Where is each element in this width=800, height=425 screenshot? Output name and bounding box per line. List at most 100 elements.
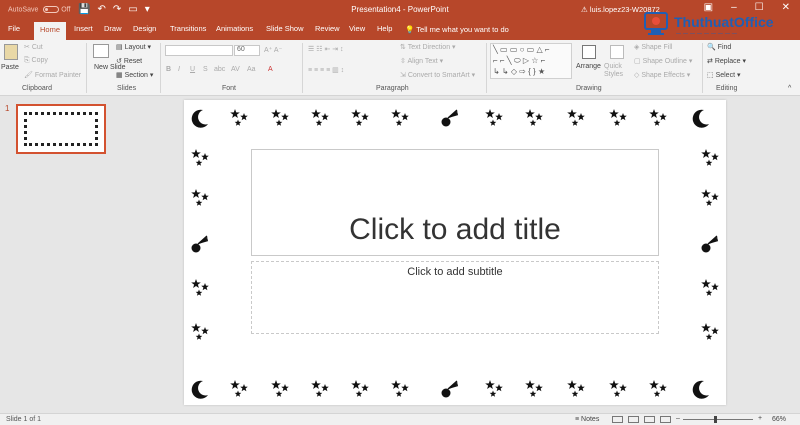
shapes-gallery[interactable]: ╲ ▭ ▭ ○ ▭ △ ⌐ ⌐ ⌐ ╲ ⬭ ▷ ☆ ⌐ ↳ ↳ ◇ ⇨ { } … bbox=[490, 43, 572, 79]
subtitle-placeholder-text: Click to add subtitle bbox=[407, 266, 503, 278]
shadow-button[interactable]: S bbox=[203, 66, 208, 73]
replace-label: Replace bbox=[714, 58, 741, 65]
tell-me-box[interactable]: 💡 Tell me what you want to do bbox=[405, 25, 509, 34]
star-cluster-icon bbox=[484, 108, 504, 128]
copy-label: Copy bbox=[31, 57, 48, 64]
find-label: Find bbox=[717, 44, 732, 51]
cut-button[interactable]: ✂ Cut bbox=[24, 43, 43, 51]
slide-thumbnail[interactable] bbox=[16, 104, 106, 154]
comet-icon bbox=[190, 234, 210, 254]
tab-animations[interactable]: Animations bbox=[216, 24, 253, 33]
align-text-label: Align Text bbox=[407, 58, 438, 65]
tab-file[interactable]: File bbox=[8, 24, 20, 33]
change-case-button[interactable]: Aa bbox=[247, 66, 256, 73]
new-slide-button[interactable]: New Slide bbox=[94, 64, 126, 71]
grow-font-icon[interactable]: A⁺ A⁻ bbox=[264, 46, 282, 54]
shape-fill-button[interactable]: ◈ Shape Fill bbox=[634, 43, 672, 51]
star-cluster-icon bbox=[229, 108, 249, 128]
star-cluster-icon bbox=[700, 148, 720, 168]
drawing-group-label: Drawing bbox=[576, 85, 602, 92]
reset-label: Reset bbox=[123, 58, 143, 65]
star-cluster-icon bbox=[310, 379, 330, 399]
new-slide-icon[interactable] bbox=[93, 44, 109, 58]
tab-draw[interactable]: Draw bbox=[104, 24, 122, 33]
convert-smartart-button[interactable]: ⇲ Convert to SmartArt ▾ bbox=[400, 71, 475, 79]
paste-icon[interactable] bbox=[4, 44, 18, 60]
normal-view-icon[interactable] bbox=[612, 416, 623, 423]
font-group-label: Font bbox=[222, 85, 237, 92]
replace-button[interactable]: ⇄ Replace ▾ bbox=[707, 57, 746, 65]
cut-label: Cut bbox=[31, 44, 43, 51]
star-cluster-icon bbox=[608, 108, 628, 128]
editing-group-label: Editing bbox=[716, 85, 738, 92]
notes-button[interactable]: ≡ Notes bbox=[575, 416, 599, 423]
shape-effects-button[interactable]: ◇ Shape Effects ▾ bbox=[634, 71, 690, 79]
title-placeholder[interactable]: Click to add title bbox=[251, 149, 659, 256]
tab-transitions[interactable]: Transitions bbox=[170, 24, 206, 33]
tab-insert[interactable]: Insert bbox=[74, 24, 93, 33]
quick-styles-icon[interactable] bbox=[610, 45, 624, 59]
tab-slide-show[interactable]: Slide Show bbox=[266, 24, 304, 33]
watermark-text: ThuthuatOffice bbox=[674, 14, 774, 30]
slide-canvas[interactable]: Click to add title Click to add subtitle bbox=[184, 100, 726, 405]
reset-button[interactable]: ↺ Reset bbox=[116, 57, 142, 65]
star-cluster-icon bbox=[390, 108, 410, 128]
star-cluster-icon bbox=[390, 379, 410, 399]
select-button[interactable]: ⬚ Select ▾ bbox=[707, 71, 741, 79]
strikethrough-button[interactable]: abc bbox=[214, 66, 225, 73]
align-text-button[interactable]: ⇳ Align Text ▾ bbox=[400, 57, 443, 65]
arrange-icon[interactable] bbox=[582, 45, 596, 59]
format-painter-button[interactable]: 🖌 Format Painter bbox=[24, 71, 81, 79]
tab-home[interactable]: Home bbox=[34, 22, 67, 40]
zoom-in-icon[interactable]: + bbox=[758, 415, 762, 422]
zoom-out-icon[interactable]: – bbox=[676, 415, 680, 422]
quick-styles-button[interactable]: Quick Styles bbox=[604, 63, 630, 79]
zoom-level[interactable]: 66% bbox=[772, 416, 786, 423]
tab-help[interactable]: Help bbox=[377, 24, 392, 33]
layout-button[interactable]: ▤ Layout ▾ bbox=[116, 43, 151, 51]
slide-sorter-icon[interactable] bbox=[628, 416, 639, 423]
watermark-subtext: — — — — — — — — — bbox=[676, 31, 738, 37]
tab-review[interactable]: Review bbox=[315, 24, 340, 33]
star-cluster-icon bbox=[270, 108, 290, 128]
comet-icon bbox=[440, 379, 460, 399]
thumbnail-border-pattern bbox=[24, 112, 98, 146]
lightbulb-icon: 💡 bbox=[405, 25, 417, 34]
tab-design[interactable]: Design bbox=[133, 24, 156, 33]
text-direction-button[interactable]: ⇅ Text Direction ▾ bbox=[400, 43, 456, 51]
arrange-button[interactable]: Arrange bbox=[576, 63, 601, 70]
subtitle-placeholder[interactable]: Click to add subtitle bbox=[251, 261, 659, 334]
font-color-button[interactable]: A bbox=[268, 66, 273, 73]
char-spacing-button[interactable]: AV bbox=[231, 66, 240, 73]
copy-button[interactable]: ⎘ Copy bbox=[24, 57, 48, 65]
shape-effects-label: Shape Effects bbox=[641, 72, 685, 79]
bullets-numbering-icons[interactable]: ☰ ☷ ⇤ ⇥ ↕ bbox=[308, 45, 344, 53]
slide-number: 1 bbox=[5, 104, 10, 113]
zoom-slider-thumb[interactable] bbox=[714, 416, 717, 423]
zoom-slider[interactable] bbox=[683, 419, 753, 420]
star-cluster-icon bbox=[566, 379, 586, 399]
font-size-input[interactable]: 60 bbox=[234, 45, 260, 56]
bold-button[interactable]: B bbox=[166, 66, 171, 73]
paste-button[interactable]: Paste bbox=[1, 64, 19, 71]
alignment-icons[interactable]: ≡ ≡ ≡ ≡ ▥ ↕ bbox=[308, 66, 344, 74]
warning-icon: ⚠ bbox=[581, 5, 590, 14]
tab-view[interactable]: View bbox=[349, 24, 365, 33]
reading-view-icon[interactable] bbox=[644, 416, 655, 423]
star-cluster-icon bbox=[648, 379, 668, 399]
section-button[interactable]: ▦ Section ▾ bbox=[116, 71, 153, 79]
star-cluster-icon bbox=[190, 188, 210, 208]
shape-outline-button[interactable]: ▢ Shape Outline ▾ bbox=[634, 57, 692, 65]
font-name-input[interactable] bbox=[165, 45, 233, 56]
italic-button[interactable]: I bbox=[178, 66, 180, 73]
underline-button[interactable]: U bbox=[190, 66, 195, 73]
find-button[interactable]: 🔍 Find bbox=[707, 43, 731, 51]
comet-icon bbox=[700, 234, 720, 254]
section-label: Section bbox=[124, 72, 148, 79]
comet-icon bbox=[440, 108, 460, 128]
star-cluster-icon bbox=[648, 108, 668, 128]
watermark-logo-icon bbox=[644, 12, 668, 35]
slideshow-view-icon[interactable] bbox=[660, 416, 671, 423]
collapse-ribbon-icon[interactable]: ^ bbox=[788, 85, 791, 92]
paragraph-group-label: Paragraph bbox=[376, 85, 409, 92]
